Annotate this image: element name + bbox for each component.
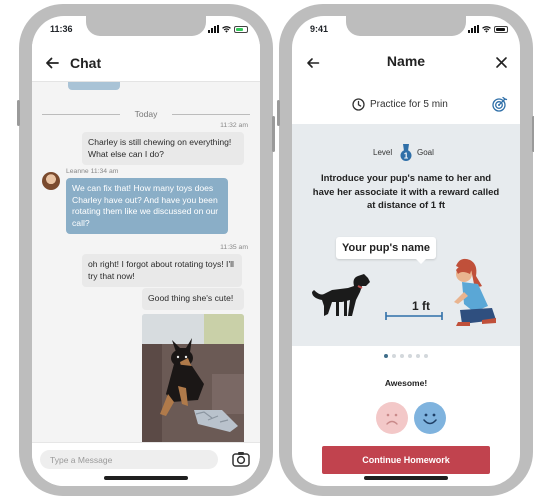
- status-time: 9:41: [310, 24, 329, 34]
- incoming-message: We can fix that! How many toys does Char…: [66, 178, 228, 234]
- dog-on-couch-image: [142, 314, 244, 442]
- carousel-dot[interactable]: [400, 354, 404, 358]
- happy-face-button[interactable]: [414, 402, 446, 434]
- message-timestamp: 11:35 am: [220, 244, 248, 251]
- volume-button: [17, 100, 20, 126]
- home-indicator: [364, 476, 448, 480]
- carousel-dot[interactable]: [392, 354, 396, 358]
- message-sender-meta: Leanne 11:34 am: [66, 168, 119, 175]
- camera-icon[interactable]: [232, 451, 250, 467]
- level-label: Level: [373, 148, 393, 157]
- carousel-dot[interactable]: [424, 354, 428, 358]
- signal-icon: [208, 25, 219, 33]
- target-icon[interactable]: [492, 96, 508, 112]
- dog-illustration: [312, 274, 370, 316]
- carousel-dot-active[interactable]: [384, 354, 388, 358]
- signal-icon: [468, 25, 479, 33]
- phone-frame-chat: 11:36 Chat Today 11:32 am Charley is sti…: [17, 4, 275, 496]
- dog-photo[interactable]: [142, 314, 244, 442]
- message-timestamp: 11:32 am: [220, 122, 248, 129]
- avatar: [42, 172, 60, 190]
- carousel-dots[interactable]: [292, 354, 520, 358]
- home-indicator: [104, 476, 188, 480]
- status-time: 11:36: [50, 24, 73, 34]
- chat-header: Chat: [32, 44, 260, 82]
- outgoing-message: oh right! I forgot about rotating toys! …: [82, 254, 242, 287]
- volume-button: [277, 100, 280, 126]
- wifi-icon: [222, 25, 231, 33]
- status-icons: [208, 25, 248, 33]
- continue-homework-button[interactable]: Continue Homework: [322, 446, 490, 474]
- battery-icon: [234, 25, 248, 33]
- clock-icon: [352, 98, 365, 111]
- close-icon[interactable]: [495, 56, 508, 69]
- practice-duration: Practice for 5 min: [370, 99, 448, 110]
- sad-face-button[interactable]: [376, 402, 408, 434]
- exercise-panel: Level 1 Goal Introduce your pup's name t…: [292, 124, 520, 346]
- goal-label: Goal: [417, 148, 434, 157]
- happy-face-icon: [423, 413, 437, 425]
- notch: [86, 16, 206, 36]
- message-input[interactable]: [40, 450, 218, 469]
- carousel-dot[interactable]: [408, 354, 412, 358]
- back-arrow-icon[interactable]: [44, 55, 60, 71]
- exercise-instruction: Introduce your pup's name to her and hav…: [312, 173, 500, 211]
- power-button: [272, 116, 275, 152]
- chat-screen: 11:36 Chat Today 11:32 am Charley is sti…: [32, 16, 260, 486]
- practice-timer-row: Practice for 5 min: [292, 96, 520, 116]
- wifi-icon: [482, 25, 491, 33]
- level-number: 1: [404, 152, 409, 161]
- outgoing-message: Good thing she's cute!: [142, 288, 244, 310]
- training-illustration: [312, 258, 496, 326]
- page-title: Chat: [70, 54, 102, 71]
- date-divider: Today: [42, 109, 250, 119]
- status-icons: [468, 25, 508, 33]
- exercise-header: Name: [292, 48, 520, 78]
- level-goal-row: Level 1 Goal: [292, 144, 520, 162]
- battery-icon: [494, 25, 508, 33]
- page-title: Name: [386, 53, 426, 69]
- exercise-screen: 9:41 Name Practice for 5 min Level 1 Goa…: [292, 16, 520, 486]
- carousel-dot[interactable]: [416, 354, 420, 358]
- notch: [346, 16, 466, 36]
- sad-face-icon: [386, 413, 398, 425]
- distance-label: 1 ft: [412, 299, 430, 313]
- feedback-label: Awesome!: [384, 378, 428, 388]
- phone-frame-exercise: 9:41 Name Practice for 5 min Level 1 Goa…: [277, 4, 534, 496]
- previous-message-bubble: [68, 82, 120, 90]
- date-divider-label: Today: [134, 109, 158, 119]
- person-illustration: [454, 258, 496, 326]
- outgoing-message: Charley is still chewing on everything! …: [82, 132, 244, 165]
- message-list[interactable]: Today 11:32 am Charley is still chewing …: [32, 82, 260, 442]
- medal-icon: 1: [400, 144, 412, 161]
